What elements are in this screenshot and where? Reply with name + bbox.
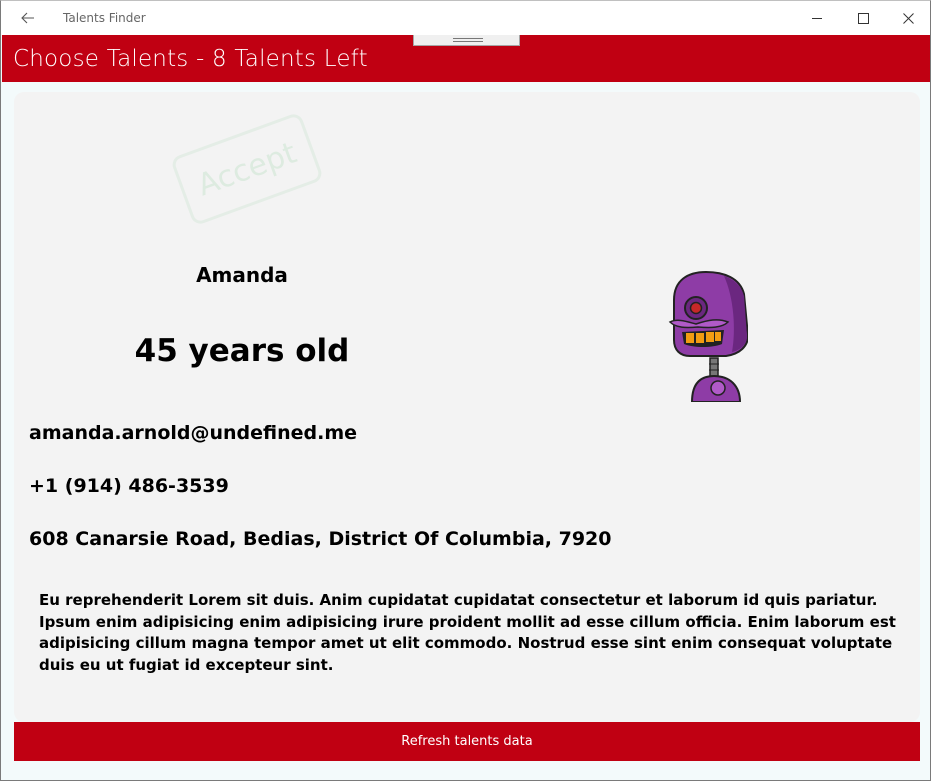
talent-email: amanda.arnold@undefined.me (29, 422, 358, 444)
robot-avatar-icon (668, 270, 748, 402)
talent-name: Amanda (196, 263, 288, 287)
minimize-icon (811, 17, 822, 19)
accept-stamp-label: Accept (192, 135, 302, 203)
app-title: Talents Finder (63, 11, 146, 25)
maximize-button[interactable] (840, 1, 886, 35)
app-window: Talents Finder Choose Talents - 8 Talent… (0, 0, 931, 781)
talent-card[interactable]: Accept Amanda 45 years old amanda.arnold… (14, 92, 920, 722)
minimize-button[interactable] (794, 1, 840, 35)
accept-stamp: Accept (169, 111, 325, 227)
talent-phone: +1 (914) 486-3539 (29, 475, 229, 497)
drag-handle[interactable] (413, 35, 520, 46)
talent-about: Eu reprehenderit Lorem sit duis. Anim cu… (39, 591, 896, 674)
page-header: Choose Talents - 8 Talents Left (2, 35, 930, 82)
back-button[interactable] (11, 3, 45, 33)
maximize-icon (857, 12, 869, 24)
page-title: Choose Talents - 8 Talents Left (13, 46, 368, 72)
avatar (652, 270, 748, 402)
close-icon (902, 12, 914, 24)
talent-address: 608 Canarsie Road, Bedias, District Of C… (29, 528, 612, 550)
talent-age: 45 years old (134, 333, 350, 369)
close-button[interactable] (885, 1, 930, 35)
back-arrow-icon (21, 12, 34, 24)
refresh-talents-button[interactable]: Refresh talents data (14, 722, 920, 761)
title-bar: Talents Finder (1, 1, 930, 35)
